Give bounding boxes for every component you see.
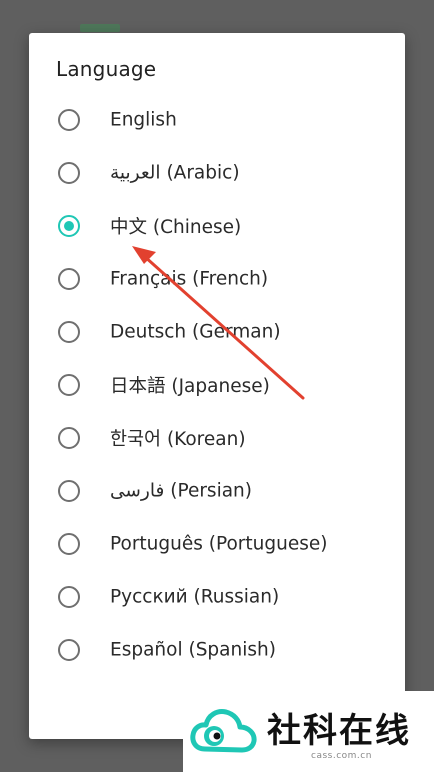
background-app-text [80, 24, 120, 32]
radio-button[interactable] [58, 638, 80, 661]
radio-button[interactable] [58, 320, 80, 343]
option-label: فارسی (Persian) [110, 480, 252, 501]
watermark: 社科在线 cass.com.cn [183, 691, 434, 772]
language-option-french[interactable]: Français (French) [29, 252, 405, 305]
option-label: Deutsch (German) [110, 321, 281, 342]
radio-button-selected[interactable] [58, 214, 80, 237]
radio-button[interactable] [58, 161, 80, 184]
language-option-russian[interactable]: Русский (Russian) [29, 570, 405, 623]
option-label: العربية (Arabic) [110, 162, 240, 183]
watermark-text: 社科在线 [267, 711, 411, 751]
option-label: English [110, 109, 177, 130]
language-option-chinese[interactable]: 中文 (Chinese) [29, 199, 405, 252]
option-label: Русский (Russian) [110, 586, 280, 607]
radio-button[interactable] [58, 479, 80, 502]
radio-button[interactable] [58, 585, 80, 608]
dialog-title: Language [56, 57, 157, 81]
language-option-german[interactable]: Deutsch (German) [29, 305, 405, 358]
option-label: 中文 (Chinese) [110, 216, 242, 238]
watermark-url: cass.com.cn [311, 751, 372, 761]
option-label: 한국어 (Korean) [110, 428, 246, 450]
language-option-arabic[interactable]: العربية (Arabic) [29, 146, 405, 199]
radio-button[interactable] [58, 426, 80, 449]
language-option-japanese[interactable]: 日本語 (Japanese) [29, 358, 405, 411]
language-option-spanish[interactable]: Español (Spanish) [29, 623, 405, 676]
option-label: Português (Portuguese) [110, 533, 328, 554]
radio-button[interactable] [58, 267, 80, 290]
option-label: Français (French) [110, 268, 269, 289]
language-options-list: English العربية (Arabic) 中文 (Chinese) Fr… [29, 93, 405, 676]
language-dialog: Language English العربية (Arabic) 中文 (Ch… [29, 33, 405, 739]
language-option-portuguese[interactable]: Português (Portuguese) [29, 517, 405, 570]
language-option-korean[interactable]: 한국어 (Korean) [29, 411, 405, 464]
language-option-persian[interactable]: فارسی (Persian) [29, 464, 405, 517]
option-label: Español (Spanish) [110, 639, 276, 660]
screen: Language English العربية (Arabic) 中文 (Ch… [0, 0, 434, 772]
language-option-english[interactable]: English [29, 93, 405, 146]
option-label: 日本語 (Japanese) [110, 375, 270, 397]
cloud-logo-icon [190, 709, 257, 753]
radio-button[interactable] [58, 108, 80, 131]
radio-button[interactable] [58, 373, 80, 396]
radio-button[interactable] [58, 532, 80, 555]
